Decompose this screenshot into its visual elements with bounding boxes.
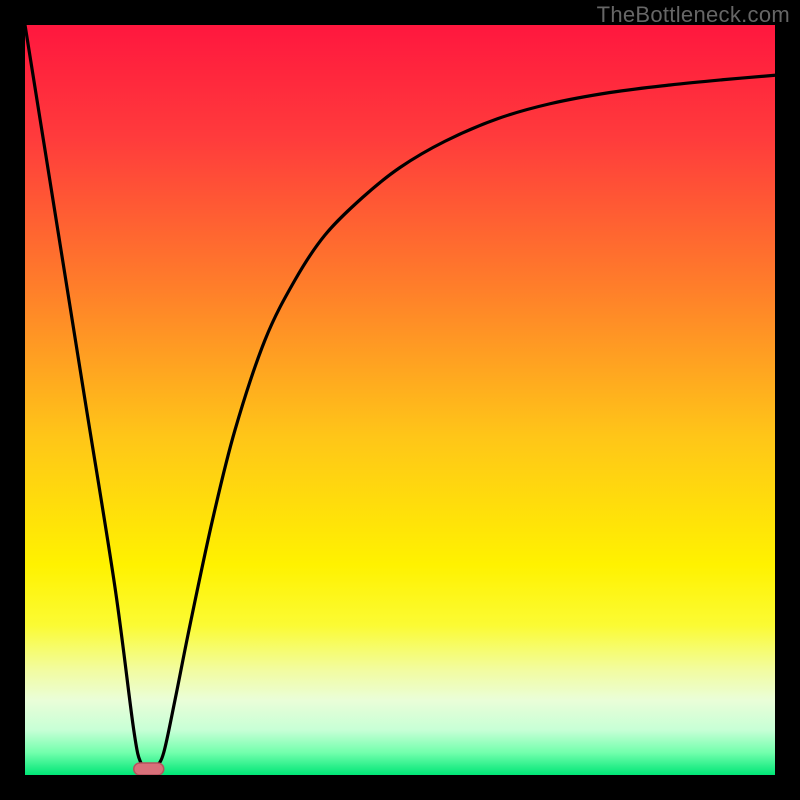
- chart-frame: TheBottleneck.com: [0, 0, 800, 800]
- gradient-background: [25, 25, 775, 775]
- chart-svg: [25, 25, 775, 775]
- watermark-text: TheBottleneck.com: [597, 2, 790, 28]
- optimal-marker: [134, 763, 164, 775]
- plot-area: [25, 25, 775, 775]
